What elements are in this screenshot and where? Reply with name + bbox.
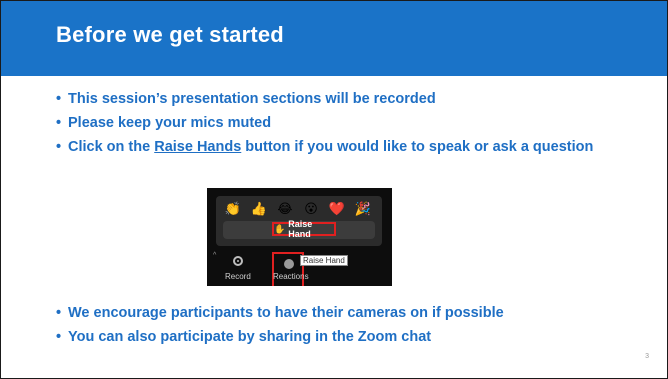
raised-hand-icon: ✋ [274, 223, 286, 234]
raise-hand-button[interactable]: ✋ Raise Hand [223, 219, 375, 239]
caret-up-icon[interactable]: ^ [213, 252, 216, 259]
bullet-mics-muted: Please keep your mics muted [56, 115, 656, 131]
bullet-raise-hands: Click on the Raise Hands button if you w… [56, 139, 656, 155]
emoji-row: 👏 👍 😂 😮 ❤️ 🎉 [223, 201, 373, 217]
slide-title: Before we get started [56, 22, 284, 47]
heart-icon[interactable]: ❤️ [327, 201, 347, 217]
bullet-recorded: This session’s presentation sections wil… [56, 91, 656, 107]
bullet-cameras-on: We encourage participants to have their … [56, 305, 656, 321]
surprised-icon[interactable]: 😮 [301, 201, 321, 217]
raise-hand-highlight: ✋ Raise Hand [272, 219, 336, 239]
record-label[interactable]: Record [225, 272, 251, 281]
raise-hand-label: Raise Hand [288, 219, 313, 239]
title-bar: Before we get started [1, 1, 667, 76]
raise-hands-link-text: Raise Hands [154, 139, 242, 155]
reactions-panel: 👏 👍 😂 😮 ❤️ 🎉 ✋ Raise Hand [216, 196, 382, 246]
joy-icon[interactable]: 😂 [275, 201, 295, 217]
raise-hand-tooltip: Raise Hand [300, 255, 348, 266]
reactions-label[interactable]: Reactions [273, 272, 309, 281]
bullet-zoom-chat: You can also participate by sharing in t… [56, 329, 656, 345]
slide: Before we get started This session’s pre… [0, 0, 668, 379]
zoom-toolbar: ^ Record Reactions Raise Hand [207, 250, 392, 286]
raise-bullet-prefix: Click on the [68, 139, 155, 155]
record-icon[interactable] [233, 256, 243, 266]
bullet-list-bottom: We encourage participants to have their … [56, 305, 656, 353]
raise-bullet-suffix: button if you would like to speak or ask… [241, 139, 594, 155]
page-number: 3 [645, 353, 649, 360]
zoom-reactions-screenshot: 👏 👍 😂 😮 ❤️ 🎉 ✋ Raise Hand ^ Record React… [207, 188, 392, 286]
bullet-list-top: This session’s presentation sections wil… [56, 91, 656, 163]
clap-icon[interactable]: 👏 [223, 201, 243, 217]
reactions-icon [284, 259, 294, 269]
thumbs-up-icon[interactable]: 👍 [249, 201, 269, 217]
party-popper-icon[interactable]: 🎉 [353, 201, 373, 217]
